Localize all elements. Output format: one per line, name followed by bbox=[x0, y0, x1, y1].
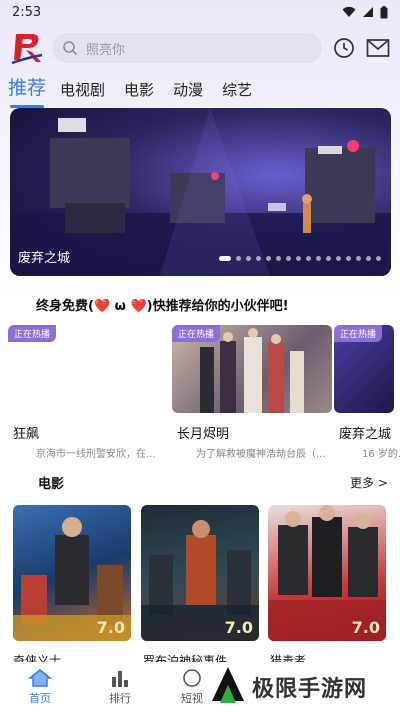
tab-variety[interactable]: 综艺 bbox=[222, 79, 252, 104]
search-placeholder: 照亮你 bbox=[86, 42, 126, 58]
wifi-icon bbox=[342, 6, 356, 17]
history-clock-icon[interactable] bbox=[333, 37, 355, 59]
nav-short-video[interactable]: 短视 bbox=[172, 668, 212, 706]
invite-message: 终身免费(❤️ ω ❤️)快推荐给你的小伙伴吧! bbox=[36, 299, 289, 314]
status-time: 2:53 bbox=[12, 4, 42, 20]
hot-badge: 正在热播 bbox=[8, 325, 57, 342]
site-watermark: 极限手游网 bbox=[210, 662, 400, 712]
hot-title: 长月烬明 bbox=[177, 427, 230, 442]
short-video-icon bbox=[183, 669, 201, 687]
category-tabs: 推荐 电视剧 电影 动漫 综艺 bbox=[0, 73, 400, 108]
tab-tv-series[interactable]: 电视剧 bbox=[60, 79, 105, 104]
hot-badge: 正在热播 bbox=[172, 325, 221, 342]
nav-short-video-label: 短视 bbox=[181, 692, 203, 705]
app-logo[interactable] bbox=[10, 30, 44, 66]
nav-ranking[interactable]: 排行 bbox=[100, 668, 140, 706]
movies-more-link[interactable]: 更多 > bbox=[350, 474, 388, 491]
tab-recommend[interactable]: 推荐 bbox=[8, 73, 46, 108]
ranking-bars-icon bbox=[112, 671, 128, 687]
movie-poster[interactable]: 7.0 bbox=[141, 505, 259, 641]
movie-score: 7.0 bbox=[96, 618, 125, 637]
banner-pagination bbox=[219, 256, 381, 261]
nav-home-label: 首页 bbox=[29, 692, 51, 705]
hot-list: 正在热播 狂飙 京海市一线刑警安欣，在... 正在热播 长月烬明 为了解救被魔神… bbox=[0, 325, 400, 465]
hot-description: 为了解救被魔神浩劫台辰（... bbox=[196, 449, 326, 460]
movie-score: 7.0 bbox=[224, 618, 253, 637]
movies-section-title: 电影 bbox=[38, 477, 65, 492]
signal-icon bbox=[363, 7, 373, 17]
status-bar: 2:53 bbox=[0, 0, 400, 24]
mail-icon[interactable] bbox=[366, 38, 390, 58]
hot-description: 京海市一线刑警安欣，在... bbox=[36, 449, 156, 460]
status-icons bbox=[342, 5, 388, 19]
movie-score: 7.0 bbox=[351, 618, 380, 637]
battery-icon bbox=[380, 5, 388, 18]
header: 照亮你 bbox=[0, 30, 400, 66]
search-bar[interactable]: 照亮你 bbox=[52, 33, 322, 63]
hot-badge: 正在热播 bbox=[334, 325, 383, 342]
tab-anime[interactable]: 动漫 bbox=[173, 79, 203, 104]
hot-title: 废弃之城 bbox=[339, 427, 392, 442]
nav-home[interactable]: 首页 bbox=[20, 668, 60, 706]
hot-description: 16 岁的... bbox=[362, 449, 400, 460]
watermark-logo-icon bbox=[212, 667, 244, 703]
nav-ranking-label: 排行 bbox=[109, 692, 131, 705]
movie-poster[interactable]: 7.0 bbox=[268, 505, 386, 641]
tab-movies[interactable]: 电影 bbox=[124, 79, 154, 104]
home-icon bbox=[28, 669, 52, 687]
search-icon bbox=[63, 41, 78, 56]
movie-poster[interactable]: 7.0 bbox=[13, 505, 131, 641]
featured-banner[interactable]: 废弃之城 bbox=[10, 108, 391, 276]
watermark-text: 极限手游网 bbox=[252, 677, 368, 702]
hot-title: 狂飙 bbox=[13, 427, 40, 442]
banner-title: 废弃之城 bbox=[18, 251, 71, 266]
